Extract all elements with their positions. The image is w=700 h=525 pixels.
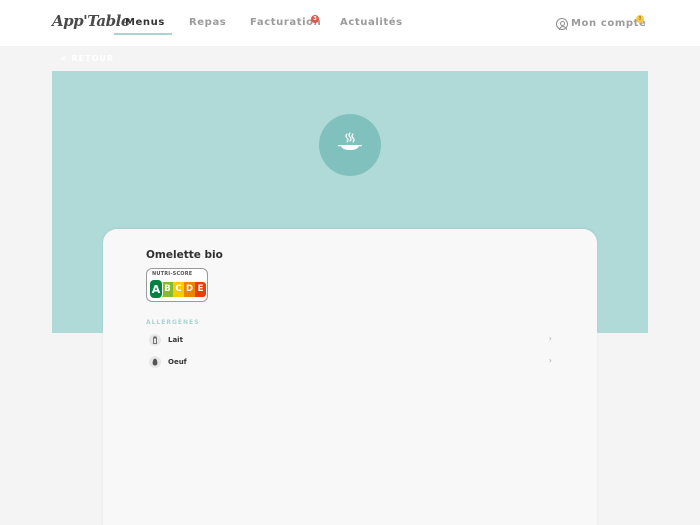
nutri-score-scale: A B C D E	[149, 279, 206, 299]
allergen-row-lait[interactable]: Lait ›	[146, 333, 552, 349]
account-menu-button[interactable]: Mon compte	[556, 17, 646, 30]
tab-repas[interactable]: Repas	[189, 17, 226, 28]
active-tab-indicator	[114, 33, 172, 35]
nutri-score-letter-d: D	[184, 281, 195, 297]
allergen-row-oeuf[interactable]: Oeuf ›	[146, 355, 552, 371]
back-link[interactable]: < RETOUR	[60, 54, 114, 63]
nutri-score-letter-c: C	[173, 281, 184, 297]
allergens-section-title: ALLERGÈNES	[146, 319, 200, 326]
top-navigation-bar: App'Table Menus Repas Facturation 3 Actu…	[0, 0, 700, 46]
account-alert-badge: !	[636, 15, 644, 23]
nutri-score-letter-a: A	[149, 279, 163, 299]
dish-title: Omelette bio	[146, 249, 223, 261]
nutri-score-badge: NUTRI-SCORE A B C D E	[146, 268, 208, 302]
dish-detail-card: Omelette bio NUTRI-SCORE A B C D E ALLER…	[103, 229, 597, 525]
nutri-score-letter-b: B	[162, 281, 173, 297]
egg-icon	[149, 356, 161, 368]
allergen-name: Oeuf	[168, 358, 187, 366]
tab-menus[interactable]: Menus	[125, 17, 165, 28]
app-logo[interactable]: App'Table	[52, 12, 130, 30]
chevron-right-icon: ›	[548, 356, 552, 365]
user-icon	[556, 18, 568, 30]
chevron-right-icon: ›	[548, 334, 552, 343]
nutri-score-label: NUTRI-SCORE	[152, 271, 193, 277]
milk-bottle-icon	[149, 334, 161, 346]
tab-actualites[interactable]: Actualités	[340, 17, 403, 28]
dish-icon-circle	[319, 114, 381, 176]
dish-icon	[338, 132, 362, 150]
allergen-name: Lait	[168, 336, 183, 344]
nutri-score-letter-e: E	[195, 281, 206, 297]
facturation-notification-badge: 3	[311, 15, 319, 23]
